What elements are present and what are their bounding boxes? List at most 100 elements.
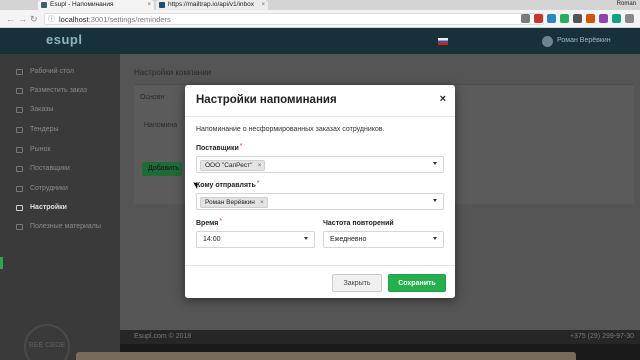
dashboard-icon [16,69,23,75]
browser-profile-name[interactable]: Roman [617,0,636,8]
gear-icon [16,205,23,211]
browser-tab-mailtrap[interactable]: https://mailtrap.io/api/v1/inbox × [156,0,268,10]
modal-footer-divider [185,265,455,266]
sidebar-item-label: Рынок [30,146,51,153]
required-mark: * [219,218,223,225]
tab-close-icon[interactable]: × [261,0,265,10]
sidebar-item-label: Заказы [30,106,54,113]
extension-icon[interactable] [534,14,543,23]
time-select[interactable]: 14:00 [196,231,315,248]
sidebar-item-tenders[interactable]: Тендеры [16,124,59,136]
suppliers-label: Поставщики* [196,143,243,152]
url-host: localhost [59,15,89,24]
browser-tab-strip: Esupl - Напоминания × https://mailtrap.i… [0,0,640,10]
url-path: :3001/settings/reminders [88,15,171,24]
frequency-value: Ежедневно [330,236,367,243]
sidebar-item-label: Тендеры [30,126,59,133]
extension-icon[interactable] [599,14,608,23]
book-icon [16,224,23,230]
users-icon [16,186,23,192]
sidebar-item-settings[interactable]: Настройки [16,202,67,214]
required-mark: * [239,143,243,150]
recipients-label-text: Кому отправлять [196,182,256,189]
extension-icons [521,14,634,24]
page-info-icon[interactable]: ⓘ [48,14,55,25]
sidebar-item-employees[interactable]: Сотрудники [16,183,68,195]
reload-icon[interactable]: ↻ [30,13,38,25]
chevron-down-icon[interactable] [433,162,437,165]
header-user-name[interactable]: Роман Верёвкин [557,37,611,44]
suppliers-label-text: Поставщики [196,145,239,152]
mailtrap-favicon-icon [159,2,165,8]
chevron-down-icon[interactable] [433,237,437,240]
recipients-select[interactable]: Роман Верёвкин × [196,193,444,210]
sidebar-item-place-order[interactable]: Разместить заказ [16,85,87,97]
required-mark: * [256,180,260,187]
extension-icon[interactable] [547,14,556,23]
extension-icon[interactable] [521,14,530,23]
suppliers-select[interactable]: ООО "СапРест" × [196,156,444,173]
extension-icon[interactable] [612,14,621,23]
tag-remove-icon[interactable]: × [258,161,262,170]
sidebar-item-label: Сотрудники [30,185,68,192]
close-button[interactable]: Закрыть [332,274,382,292]
reminder-settings-modal: Настройки напоминания × Напоминание о не… [185,85,455,298]
sidebar-item-label: Поставщики [30,165,70,172]
chevron-down-icon[interactable] [433,199,437,202]
page-footer: Esupl.com © 2018 +375 (29) 299-97-30 [120,330,640,344]
gavel-icon [16,127,23,133]
address-bar[interactable]: ⓘ localhost:3001/settings/reminders [44,13,544,25]
sidebar-item-label: Разместить заказ [30,87,87,94]
page-title: Настройки компании [134,68,212,77]
supplier-tag-label: ООО "СапРест" [205,162,253,169]
cart-icon [16,88,23,94]
sidebar-active-marker [0,257,3,269]
footer-phone: +375 (29) 299-97-30 [569,333,634,340]
supplier-tag: ООО "СапРест" × [200,160,266,171]
recipients-label: Кому отправлять* [196,180,260,189]
sidebar-item-suppliers[interactable]: Поставщики [16,163,70,175]
tag-remove-icon[interactable]: × [260,198,264,207]
recipient-tag: Роман Верёвкин × [200,197,268,208]
sidebar: Рабочий стол Разместить заказ Заказы Тен… [0,54,120,360]
sidebar-item-dashboard[interactable]: Рабочий стол [16,66,74,78]
modal-header-divider [185,116,455,117]
user-avatar[interactable] [542,36,553,47]
menu-icon[interactable] [625,14,634,23]
add-button[interactable]: Добавить [142,162,182,176]
forward-arrow-icon[interactable]: → [18,13,27,25]
orders-icon [16,107,23,113]
os-dock [76,352,576,360]
browser-tab-title: Esupl - Напоминания [50,1,114,8]
extension-icon[interactable] [560,14,569,23]
back-arrow-icon[interactable]: ← [6,13,15,25]
sidebar-item-label: Настройки [30,204,67,211]
sidebar-item-materials[interactable]: Полезные материалы [16,221,101,233]
chevron-down-icon[interactable] [304,237,308,240]
tab-general[interactable]: Основн [140,94,164,101]
language-flag-icon[interactable] [438,38,448,45]
esupl-logo[interactable]: esupl [46,32,82,47]
browser-tab-title: https://mailtrap.io/api/v1/inbox [168,1,254,8]
sidebar-item-label: Рабочий стол [30,68,74,75]
frequency-select[interactable]: Ежедневно [323,231,444,248]
frequency-label: Частота повторений [323,220,394,227]
sidebar-item-label: Полезные материалы [30,223,101,230]
extension-icon[interactable] [586,14,595,23]
browser-tab-esupl[interactable]: Esupl - Напоминания × [38,0,154,10]
modal-title: Настройки напоминания [196,94,337,106]
sidebar-item-market[interactable]: Рынок [16,144,51,156]
tab-close-icon[interactable]: × [147,0,151,10]
time-value: 14:00 [203,236,221,243]
app-header: esupl Роман Верёвкин [0,28,640,54]
close-icon[interactable]: × [440,93,446,105]
reminders-row-label: Напомина [144,122,178,129]
sidebar-item-orders[interactable]: Заказы [16,104,53,116]
time-label: Время* [196,218,223,227]
beer-logo: BEE СВОЕ [24,324,70,360]
save-button[interactable]: Сохранить [388,274,446,292]
frequency-label-text: Частота повторений [323,220,394,227]
time-label-text: Время [196,220,219,227]
extension-icon[interactable] [573,14,582,23]
recipient-tag-label: Роман Верёвкин [205,199,255,206]
